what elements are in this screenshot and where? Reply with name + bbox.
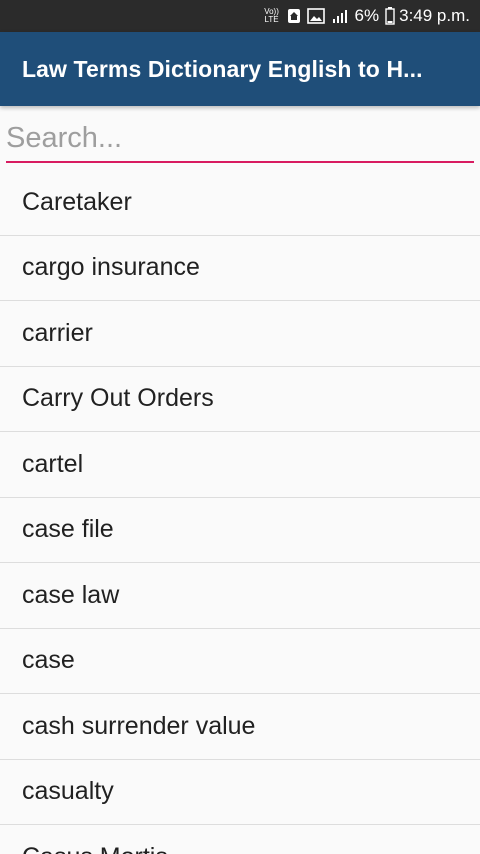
list-item[interactable]: Carry Out Orders: [0, 367, 480, 432]
list-item[interactable]: cartel: [0, 432, 480, 498]
image-icon: [306, 8, 325, 24]
list-item[interactable]: Caretaker: [0, 170, 480, 236]
status-bar: Vo)) LTE 6% 3:49 p.m.: [0, 0, 480, 32]
battery-percent: 6%: [354, 6, 380, 25]
screen: Vo)) LTE 6% 3:49 p.m. Law Terms Dictiona…: [0, 0, 480, 854]
signal-icon: [331, 8, 351, 24]
list-item[interactable]: casualty: [0, 760, 480, 825]
app-bar: Law Terms Dictionary English to H...: [0, 32, 480, 106]
volte-icon: Vo)) LTE: [264, 7, 279, 24]
home-sync-icon: [287, 8, 301, 24]
list-item[interactable]: case file: [0, 498, 480, 563]
list-item[interactable]: case: [0, 629, 480, 694]
search-input[interactable]: [6, 120, 474, 163]
list-item[interactable]: carrier: [0, 301, 480, 367]
app-title: Law Terms Dictionary English to H...: [22, 55, 423, 82]
battery-icon: [385, 7, 395, 25]
search-container: [0, 106, 480, 170]
term-list: Caretaker cargo insurance carrier Carry …: [0, 170, 480, 854]
list-item[interactable]: cash surrender value: [0, 694, 480, 760]
list-item[interactable]: Casus Mortis: [0, 825, 480, 854]
clock: 3:49 p.m.: [399, 6, 470, 25]
list-item[interactable]: cargo insurance: [0, 236, 480, 301]
list-item[interactable]: case law: [0, 563, 480, 629]
